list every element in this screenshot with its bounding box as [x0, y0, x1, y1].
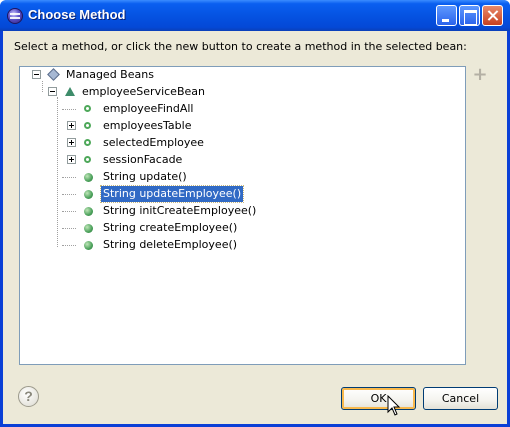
maximize-icon[interactable] — [459, 5, 480, 26]
close-icon[interactable] — [482, 5, 503, 26]
property-icon — [84, 122, 91, 129]
dialog-window: Choose Method Select a method, or click … — [0, 0, 510, 427]
tree-node-employees-table[interactable]: employeesTable — [20, 118, 460, 134]
property-icon — [84, 156, 91, 163]
tree-node-label: Managed Beans — [66, 68, 154, 81]
method-icon — [84, 190, 93, 199]
tree-node-label: employeeServiceBean — [82, 85, 205, 98]
tree-node-selected-employee[interactable]: selectedEmployee — [20, 135, 460, 151]
expand-icon[interactable] — [67, 155, 76, 164]
tree-node-label: sessionFacade — [103, 153, 183, 166]
tree-node-managed-beans[interactable]: Managed Beans — [20, 67, 460, 83]
tree-node-method-init-create-employee[interactable]: String initCreateEmployee() — [20, 203, 460, 219]
tree-node-label: String deleteEmployee() — [103, 238, 238, 251]
eclipse-icon — [7, 8, 23, 24]
collapse-icon[interactable] — [48, 87, 57, 96]
tree-node-label: String update() — [103, 170, 187, 183]
triangle-icon — [65, 87, 75, 96]
ok-button[interactable]: OK — [341, 387, 416, 410]
tree-node-label-selected: String updateEmployee() — [99, 185, 245, 203]
tree-node-method-update-employee[interactable]: String updateEmployee() — [20, 185, 460, 203]
minimize-icon[interactable] — [436, 5, 457, 26]
tree-node-label: selectedEmployee — [103, 136, 204, 149]
tree-node-method-create-employee[interactable]: String createEmployee() — [20, 220, 460, 236]
tree-node-method-update[interactable]: String update() — [20, 169, 460, 185]
tree-node-employee-find-all[interactable]: employeeFindAll — [20, 101, 460, 117]
tree-node-session-facade[interactable]: sessionFacade — [20, 152, 460, 168]
tree-node-label: employeesTable — [103, 119, 192, 132]
property-icon — [84, 139, 91, 146]
expand-icon[interactable] — [67, 121, 76, 130]
tree-node-employee-service-bean[interactable]: employeeServiceBean — [20, 84, 460, 100]
method-icon — [84, 241, 93, 250]
tree-node-label: String initCreateEmployee() — [103, 204, 257, 217]
property-icon — [84, 105, 91, 112]
collapse-icon[interactable] — [32, 70, 41, 79]
method-icon — [84, 207, 93, 216]
cancel-button[interactable]: Cancel — [423, 387, 498, 410]
instructions-text: Select a method, or click the new button… — [14, 40, 467, 53]
dialog-body: Select a method, or click the new button… — [3, 31, 507, 424]
title-bar[interactable]: Choose Method — [0, 0, 510, 31]
bean-icon — [47, 68, 60, 81]
method-tree[interactable]: Managed Beans employeeServiceBean employ… — [19, 66, 466, 365]
plus-icon[interactable]: + — [472, 66, 488, 84]
expand-icon[interactable] — [67, 138, 76, 147]
method-icon — [84, 173, 93, 182]
tree-node-label: String createEmployee() — [103, 221, 238, 234]
tree-node-label: employeeFindAll — [103, 102, 194, 115]
tree-node-method-delete-employee[interactable]: String deleteEmployee() — [20, 237, 460, 253]
mouse-pointer-icon — [387, 395, 401, 416]
help-icon[interactable]: ? — [18, 386, 39, 407]
dialog-title: Choose Method — [28, 7, 126, 22]
method-icon — [84, 224, 93, 233]
